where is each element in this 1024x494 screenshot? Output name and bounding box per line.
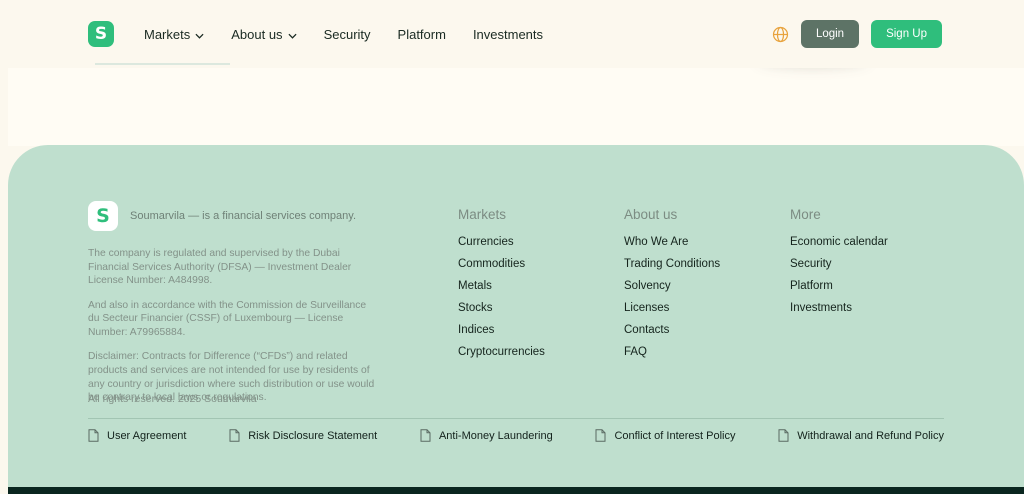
nav-item-investments[interactable]: Investments	[473, 27, 543, 42]
footer-brand-row: S Soumarvila — is a financial services c…	[88, 201, 380, 231]
footer-column-markets: Markets Currencies Commodities Metals St…	[458, 207, 618, 369]
legal-link-label: Conflict of Interest Policy	[614, 430, 735, 442]
footer-link-solvency[interactable]: Solvency	[624, 281, 784, 293]
footer-logo[interactable]: S	[88, 201, 118, 231]
footer-link-security[interactable]: Security	[790, 259, 950, 271]
brand-logo-glyph: S	[95, 26, 107, 43]
document-icon	[595, 429, 606, 442]
footer-link-licenses[interactable]: Licenses	[624, 303, 784, 315]
legal-link-user-agreement[interactable]: User Agreement	[88, 429, 186, 442]
bottom-strip	[8, 487, 1024, 494]
nav-item-markets[interactable]: Markets	[144, 26, 204, 42]
main-nav: Markets About us Security Platform Inves…	[144, 26, 543, 42]
copyright-text: All rights reserved. 2025 Soumarvila	[88, 393, 257, 405]
language-globe-icon[interactable]	[772, 26, 789, 43]
company-description: Soumarvila — is a financial services com…	[130, 210, 356, 222]
regulation-paragraph-dfsa: The company is regulated and supervised …	[88, 247, 380, 288]
chevron-down-icon	[195, 27, 204, 42]
footer-column-about-us: About us Who We Are Trading Conditions S…	[624, 207, 784, 369]
footer-link-metals[interactable]: Metals	[458, 281, 618, 293]
nav-item-platform[interactable]: Platform	[398, 27, 446, 42]
footer: S Soumarvila — is a financial services c…	[8, 145, 1024, 487]
content-band	[8, 68, 1024, 146]
nav-label: Security	[324, 27, 371, 42]
footer-link-trading-conditions[interactable]: Trading Conditions	[624, 259, 784, 271]
footer-link-economic-calendar[interactable]: Economic calendar	[790, 237, 950, 249]
brand-logo[interactable]: S	[88, 21, 114, 47]
legal-link-label: User Agreement	[107, 430, 186, 442]
signup-button[interactable]: Sign Up	[871, 20, 942, 48]
footer-link-faq[interactable]: FAQ	[624, 347, 784, 359]
footer-link-stocks[interactable]: Stocks	[458, 303, 618, 315]
footer-link-who-we-are[interactable]: Who We Are	[624, 237, 784, 249]
document-icon	[778, 429, 789, 442]
footer-link-contacts[interactable]: Contacts	[624, 325, 784, 337]
footer-column-title: More	[790, 207, 950, 222]
footer-link-cryptocurrencies[interactable]: Cryptocurrencies	[458, 347, 618, 359]
footer-logo-glyph: S	[96, 207, 110, 226]
legal-link-risk-disclosure[interactable]: Risk Disclosure Statement	[229, 429, 377, 442]
nav-label: About us	[231, 27, 282, 42]
top-nav: S Markets About us Security Platform	[0, 0, 1024, 68]
nav-label: Investments	[473, 27, 543, 42]
regulation-paragraph-cssf: And also in accordance with the Commissi…	[88, 299, 380, 340]
login-button[interactable]: Login	[801, 20, 859, 48]
footer-column-title: Markets	[458, 207, 618, 222]
document-icon	[229, 429, 240, 442]
footer-link-platform[interactable]: Platform	[790, 281, 950, 293]
nav-label: Platform	[398, 27, 446, 42]
legal-links-row: User Agreement Risk Disclosure Statement…	[88, 429, 944, 442]
decorative-underline	[95, 63, 230, 65]
footer-column-title: About us	[624, 207, 784, 222]
footer-link-indices[interactable]: Indices	[458, 325, 618, 337]
nav-item-about-us[interactable]: About us	[231, 26, 296, 42]
footer-company-block: S Soumarvila — is a financial services c…	[88, 201, 380, 405]
footer-link-commodities[interactable]: Commodities	[458, 259, 618, 271]
chevron-down-icon	[288, 27, 297, 42]
legal-link-label: Withdrawal and Refund Policy	[797, 430, 944, 442]
legal-link-withdrawal-refund[interactable]: Withdrawal and Refund Policy	[778, 429, 944, 442]
legal-link-label: Anti-Money Laundering	[439, 430, 553, 442]
footer-divider	[88, 418, 944, 419]
legal-link-anti-money-laundering[interactable]: Anti-Money Laundering	[420, 429, 553, 442]
nav-label: Markets	[144, 27, 190, 42]
page: S Markets About us Security Platform	[0, 0, 1024, 494]
header-actions: Login Sign Up	[772, 20, 942, 48]
document-icon	[420, 429, 431, 442]
footer-column-more: More Economic calendar Security Platform…	[790, 207, 950, 325]
legal-link-conflict-of-interest[interactable]: Conflict of Interest Policy	[595, 429, 735, 442]
nav-item-security[interactable]: Security	[324, 27, 371, 42]
legal-link-label: Risk Disclosure Statement	[248, 430, 377, 442]
document-icon	[88, 429, 99, 442]
footer-link-currencies[interactable]: Currencies	[458, 237, 618, 249]
footer-link-investments[interactable]: Investments	[790, 303, 950, 315]
